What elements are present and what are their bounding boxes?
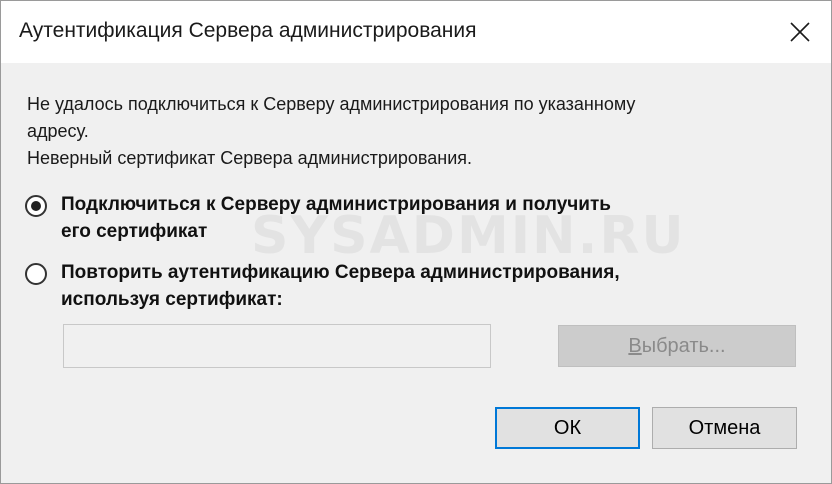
radio-label-line: его сертификат [61,221,208,242]
browse-label: ыбрать... [641,335,726,357]
browse-mnemonic: В [628,335,642,357]
auth-dialog: Аутентификация Сервера администрирования… [0,0,832,484]
radio-label-line: используя сертификат: [61,289,283,310]
cancel-button[interactable]: Отмена [652,407,797,449]
error-message-line: адресу. [27,121,89,141]
radio-label-line: Подключиться к Серверу администрирования… [61,194,611,215]
radio-label[interactable]: Повторить аутентификацию Сервера админис… [61,259,781,313]
radio-button[interactable] [25,263,47,285]
radio-label[interactable]: Подключиться к Серверу администрирования… [61,191,781,245]
error-message: Не удалось подключиться к Серверу админи… [27,91,807,172]
title-bar: Аутентификация Сервера администрирования [1,1,831,63]
close-button[interactable] [769,1,831,63]
ok-button[interactable]: ОК [495,407,640,449]
dialog-title: Аутентификация Сервера администрирования [19,19,477,42]
error-message-line: Не удалось подключиться к Серверу админи… [27,94,636,114]
browse-button[interactable]: Выбрать... [558,325,796,367]
radio-button[interactable] [25,195,47,217]
error-message-line: Неверный сертификат Сервера администриро… [27,148,473,168]
close-icon [790,22,810,42]
radio-selected-dot [31,201,41,211]
certificate-path-input[interactable] [63,324,491,368]
radio-label-line: Повторить аутентификацию Сервера админис… [61,262,620,283]
